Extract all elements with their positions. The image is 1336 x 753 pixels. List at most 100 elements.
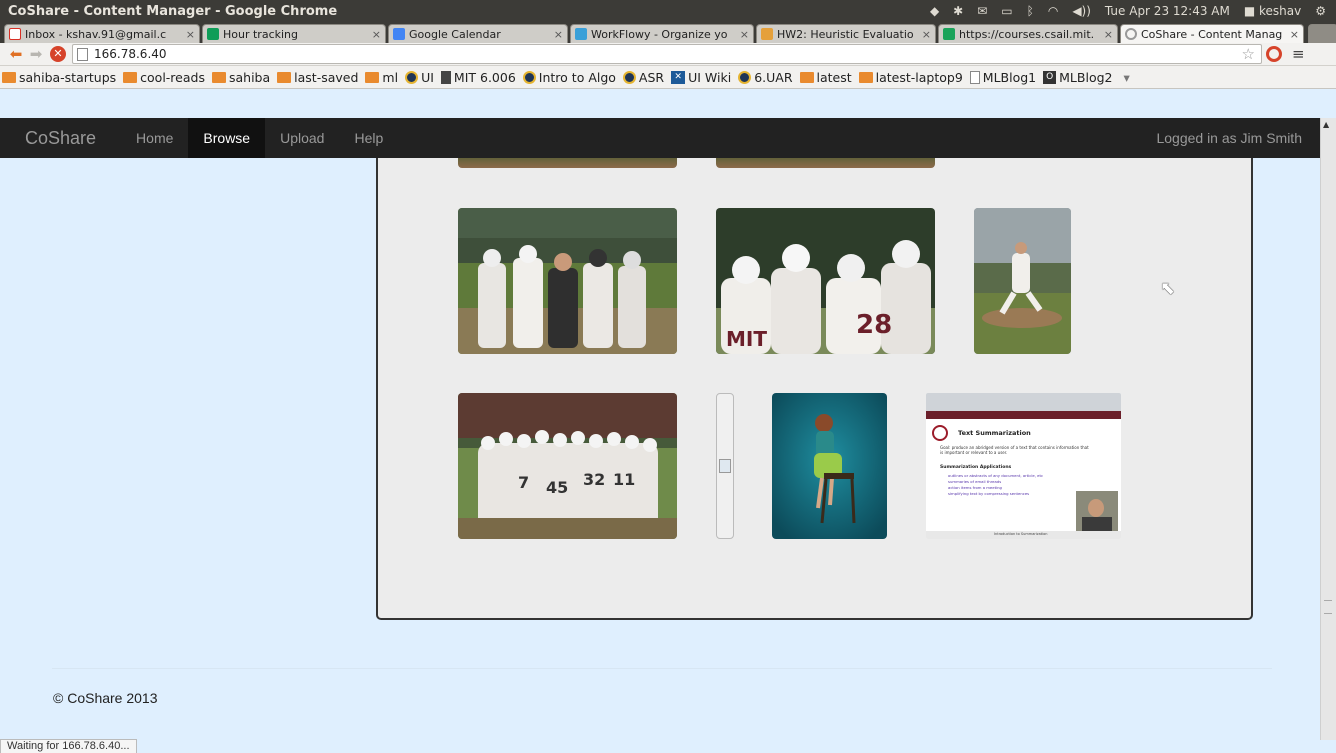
- user-icon: ■: [1243, 4, 1260, 18]
- folder-icon: [123, 71, 138, 83]
- loading-icon: [1125, 28, 1137, 40]
- tab-inbox[interactable]: Inbox - kshav.91@gmail.c ×: [4, 24, 200, 43]
- thumbnail-mound-meeting[interactable]: [458, 208, 677, 354]
- baseball-photo: 7 45 32 11: [458, 393, 677, 539]
- thumbnail-woman-portrait[interactable]: [772, 393, 887, 539]
- workflowy-icon: [575, 28, 587, 40]
- bookmark-mit-6006[interactable]: MIT 6.006: [440, 69, 516, 85]
- footer-divider: [52, 668, 1272, 669]
- new-tab-button[interactable]: [1308, 24, 1336, 43]
- bookmark-cool-reads[interactable]: cool-reads: [123, 70, 205, 85]
- close-tab-icon[interactable]: ×: [372, 28, 381, 41]
- tab-label: Inbox - kshav.91@gmail.c: [25, 27, 167, 41]
- bookmark-asr[interactable]: ASR: [622, 69, 665, 85]
- bookmark-latest-laptop9[interactable]: latest-laptop9: [858, 70, 963, 85]
- blog-icon: O: [1043, 70, 1057, 84]
- user-name: keshav: [1259, 4, 1302, 18]
- battery-icon[interactable]: ▭: [1001, 4, 1012, 18]
- wiki-icon: ✕: [671, 70, 686, 84]
- scroll-up-arrow-icon[interactable]: ▲: [1323, 120, 1329, 129]
- tab-courses[interactable]: https://courses.csail.mit. ×: [938, 24, 1118, 43]
- thumbnail-baseball-partial-2[interactable]: [716, 158, 935, 168]
- bookmark-label: MIT 6.006: [453, 69, 516, 85]
- bookmark-sahiba-startups[interactable]: sahiba-startups: [2, 70, 116, 85]
- forward-arrow-icon[interactable]: ➡: [26, 45, 46, 63]
- close-tab-icon[interactable]: ×: [1104, 28, 1113, 41]
- slide-item-2: summaries of email threads: [948, 479, 1002, 484]
- nav-home[interactable]: Home: [121, 118, 188, 158]
- more-bookmarks-chevron-icon[interactable]: ▾: [1123, 70, 1129, 85]
- thumbnail-baseball-partial-1[interactable]: [458, 158, 677, 168]
- close-tab-icon[interactable]: ×: [740, 28, 749, 41]
- tab-label: WorkFlowy - Organize yo: [591, 27, 728, 41]
- bookmark-ui-wiki[interactable]: ✕ UI Wiki: [671, 70, 731, 85]
- thumbnail-team-huddle[interactable]: 7 45 32 11: [458, 393, 677, 539]
- bookmark-mlblog2[interactable]: O MLBlog2: [1043, 70, 1112, 85]
- thumbnail-pitcher[interactable]: [974, 208, 1071, 354]
- butterfly-icon[interactable]: ✱: [953, 4, 963, 18]
- clock[interactable]: Tue Apr 23 12:43 AM: [1105, 4, 1230, 18]
- site-icon: [738, 70, 752, 84]
- bluetooth-icon[interactable]: ᛒ: [1027, 4, 1034, 18]
- bookmark-intro-to-algo[interactable]: Intro to Algo: [522, 70, 616, 85]
- logged-in-user: Logged in as Jim Smith: [1156, 130, 1302, 146]
- close-tab-icon[interactable]: ×: [186, 28, 195, 41]
- tab-coshare[interactable]: CoShare - Content Manag ×: [1120, 24, 1304, 43]
- settings-gear-icon[interactable]: ⚙: [1315, 4, 1326, 18]
- bookmark-last-saved[interactable]: last-saved: [277, 70, 358, 85]
- svg-text:32: 32: [583, 470, 605, 489]
- wifi-icon[interactable]: ◠: [1048, 4, 1058, 18]
- broken-image[interactable]: [716, 393, 734, 539]
- tab-hw2[interactable]: HW2: Heuristic Evaluatio ×: [756, 24, 936, 43]
- scrollbar-grip[interactable]: [1324, 600, 1332, 614]
- bookmark-sahiba[interactable]: sahiba: [211, 70, 270, 85]
- slide-item-4: simplifying text by compressing sentence…: [948, 491, 1030, 496]
- brand-logo[interactable]: CoShare: [0, 128, 121, 149]
- svg-text:MIT: MIT: [726, 327, 767, 351]
- page-icon: [969, 70, 980, 84]
- chrome-menu-icon[interactable]: ≡: [1292, 45, 1305, 63]
- close-tab-icon[interactable]: ×: [1290, 28, 1299, 41]
- extension-icon[interactable]: [1266, 46, 1282, 62]
- tab-workflowy[interactable]: WorkFlowy - Organize yo ×: [570, 24, 754, 43]
- page-scrollbar[interactable]: [1320, 118, 1336, 740]
- bookmark-star-icon[interactable]: ☆: [1242, 45, 1255, 63]
- bookmark-label: UI Wiki: [688, 69, 732, 85]
- address-bar[interactable]: 166.78.6.40 ☆: [72, 44, 1262, 64]
- volume-icon[interactable]: ◀)): [1072, 4, 1091, 18]
- nav-browse[interactable]: Browse: [188, 118, 266, 158]
- tab-google-calendar[interactable]: Google Calendar ×: [388, 24, 568, 43]
- nav-help[interactable]: Help: [339, 118, 398, 158]
- folder-icon: [211, 71, 226, 83]
- back-arrow-icon[interactable]: ⬅: [6, 45, 26, 63]
- tab-label: Hour tracking: [223, 27, 298, 41]
- slide-browser-chrome: [926, 393, 1121, 411]
- folder-icon: [365, 71, 380, 83]
- bookmark-ui[interactable]: UI: [405, 70, 434, 85]
- thumbnail-players-huddle[interactable]: 28 MIT: [716, 208, 935, 354]
- bookmark-latest[interactable]: latest: [799, 70, 852, 85]
- bookmark-ml[interactable]: ml: [365, 70, 398, 85]
- bookmark-label: ASR: [638, 69, 665, 85]
- bookmark-label: MLBlog1: [982, 69, 1037, 85]
- tab-hour-tracking[interactable]: Hour tracking ×: [202, 24, 386, 43]
- url-text[interactable]: 166.78.6.40: [94, 47, 1242, 61]
- stop-loading-icon[interactable]: ✕: [50, 46, 66, 62]
- dropbox-icon[interactable]: ◆: [930, 4, 939, 18]
- bookmark-label: MLBlog2: [1059, 69, 1113, 85]
- thumbnail-lecture-slide[interactable]: Text Summarization Goal: produce an abri…: [926, 393, 1121, 539]
- close-tab-icon[interactable]: ×: [922, 28, 931, 41]
- bookmark-mlblog1[interactable]: MLBlog1: [969, 69, 1037, 85]
- nav-upload[interactable]: Upload: [265, 118, 339, 158]
- site-icon: [622, 70, 636, 84]
- tab-label: https://courses.csail.mit.: [959, 27, 1095, 41]
- slide-title: Text Summarization: [958, 429, 1031, 437]
- slide-webcam-inset: [1076, 491, 1118, 531]
- bookmark-6uar[interactable]: 6.UAR: [738, 69, 793, 85]
- close-tab-icon[interactable]: ×: [554, 28, 563, 41]
- user-menu[interactable]: ■ keshav: [1244, 4, 1301, 18]
- bookmark-label: 6.UAR: [754, 69, 793, 85]
- footer-copyright: © CoShare 2013: [53, 690, 158, 706]
- mail-icon[interactable]: ✉: [977, 4, 987, 18]
- folder-icon: [277, 71, 292, 83]
